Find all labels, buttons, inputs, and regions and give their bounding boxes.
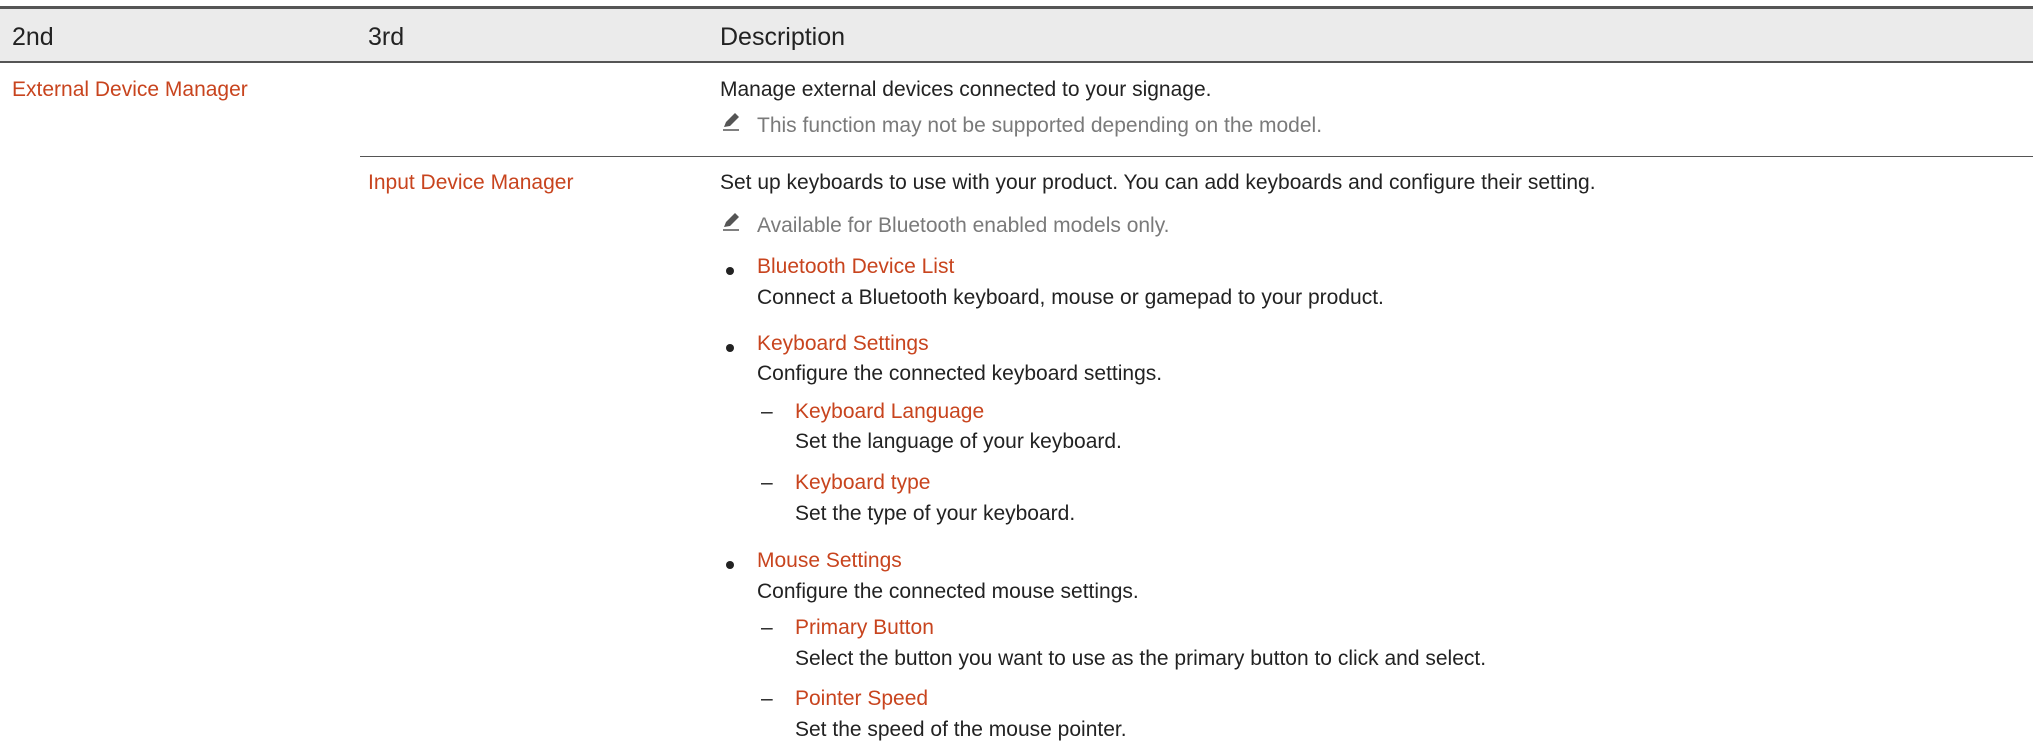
pencil-note-icon bbox=[723, 113, 739, 131]
row2-note: Available for Bluetooth enabled models o… bbox=[757, 214, 1170, 237]
menu-external-device-manager: External Device Manager bbox=[12, 78, 248, 101]
subitem-primary-button-desc: Select the button you want to use as the… bbox=[795, 647, 1487, 670]
subitem-pointer-speed-desc: Set the speed of the mouse pointer. bbox=[795, 718, 1127, 741]
subitem-keyboard-language-desc: Set the language of your keyboard. bbox=[795, 430, 1122, 453]
dash-marker: – bbox=[761, 400, 773, 423]
row1-description: Manage external devices connected to you… bbox=[720, 78, 1212, 101]
subitem-keyboard-type: Keyboard type bbox=[795, 471, 931, 494]
row-separator bbox=[360, 156, 2033, 157]
bullet bbox=[726, 344, 734, 352]
subitem-pointer-speed: Pointer Speed bbox=[795, 687, 929, 710]
subitem-keyboard-type-desc: Set the type of your keyboard. bbox=[795, 502, 1076, 525]
menu-input-device-manager: Input Device Manager bbox=[368, 171, 574, 194]
row2-description: Set up keyboards to use with your produc… bbox=[720, 171, 1596, 194]
bullet bbox=[726, 561, 734, 569]
row1-note: This function may not be supported depen… bbox=[757, 114, 1323, 137]
subitem-primary-button: Primary Button bbox=[795, 616, 934, 639]
settings-table: 2nd 3rd Description External Device Mana… bbox=[0, 0, 2033, 756]
dash-marker: – bbox=[761, 616, 773, 639]
bullet bbox=[726, 267, 734, 275]
item-keyboard-settings-desc: Configure the connected keyboard setting… bbox=[757, 362, 1163, 385]
item-bluetooth-device-list-desc: Connect a Bluetooth keyboard, mouse or g… bbox=[757, 286, 1384, 309]
header-2nd: 2nd bbox=[12, 23, 54, 51]
subitem-keyboard-language: Keyboard Language bbox=[795, 400, 985, 423]
header-description: Description bbox=[720, 23, 846, 51]
dash-marker: – bbox=[761, 687, 773, 710]
item-bluetooth-device-list: Bluetooth Device List bbox=[757, 255, 955, 278]
item-mouse-settings: Mouse Settings bbox=[757, 549, 902, 572]
header-3rd: 3rd bbox=[368, 23, 405, 51]
header-bottom-rule bbox=[0, 61, 2033, 63]
item-keyboard-settings: Keyboard Settings bbox=[757, 332, 929, 355]
item-mouse-settings-desc: Configure the connected mouse settings. bbox=[757, 580, 1139, 603]
pencil-note-icon bbox=[723, 213, 739, 231]
table-header bbox=[0, 9, 2033, 61]
dash-marker: – bbox=[761, 471, 773, 494]
